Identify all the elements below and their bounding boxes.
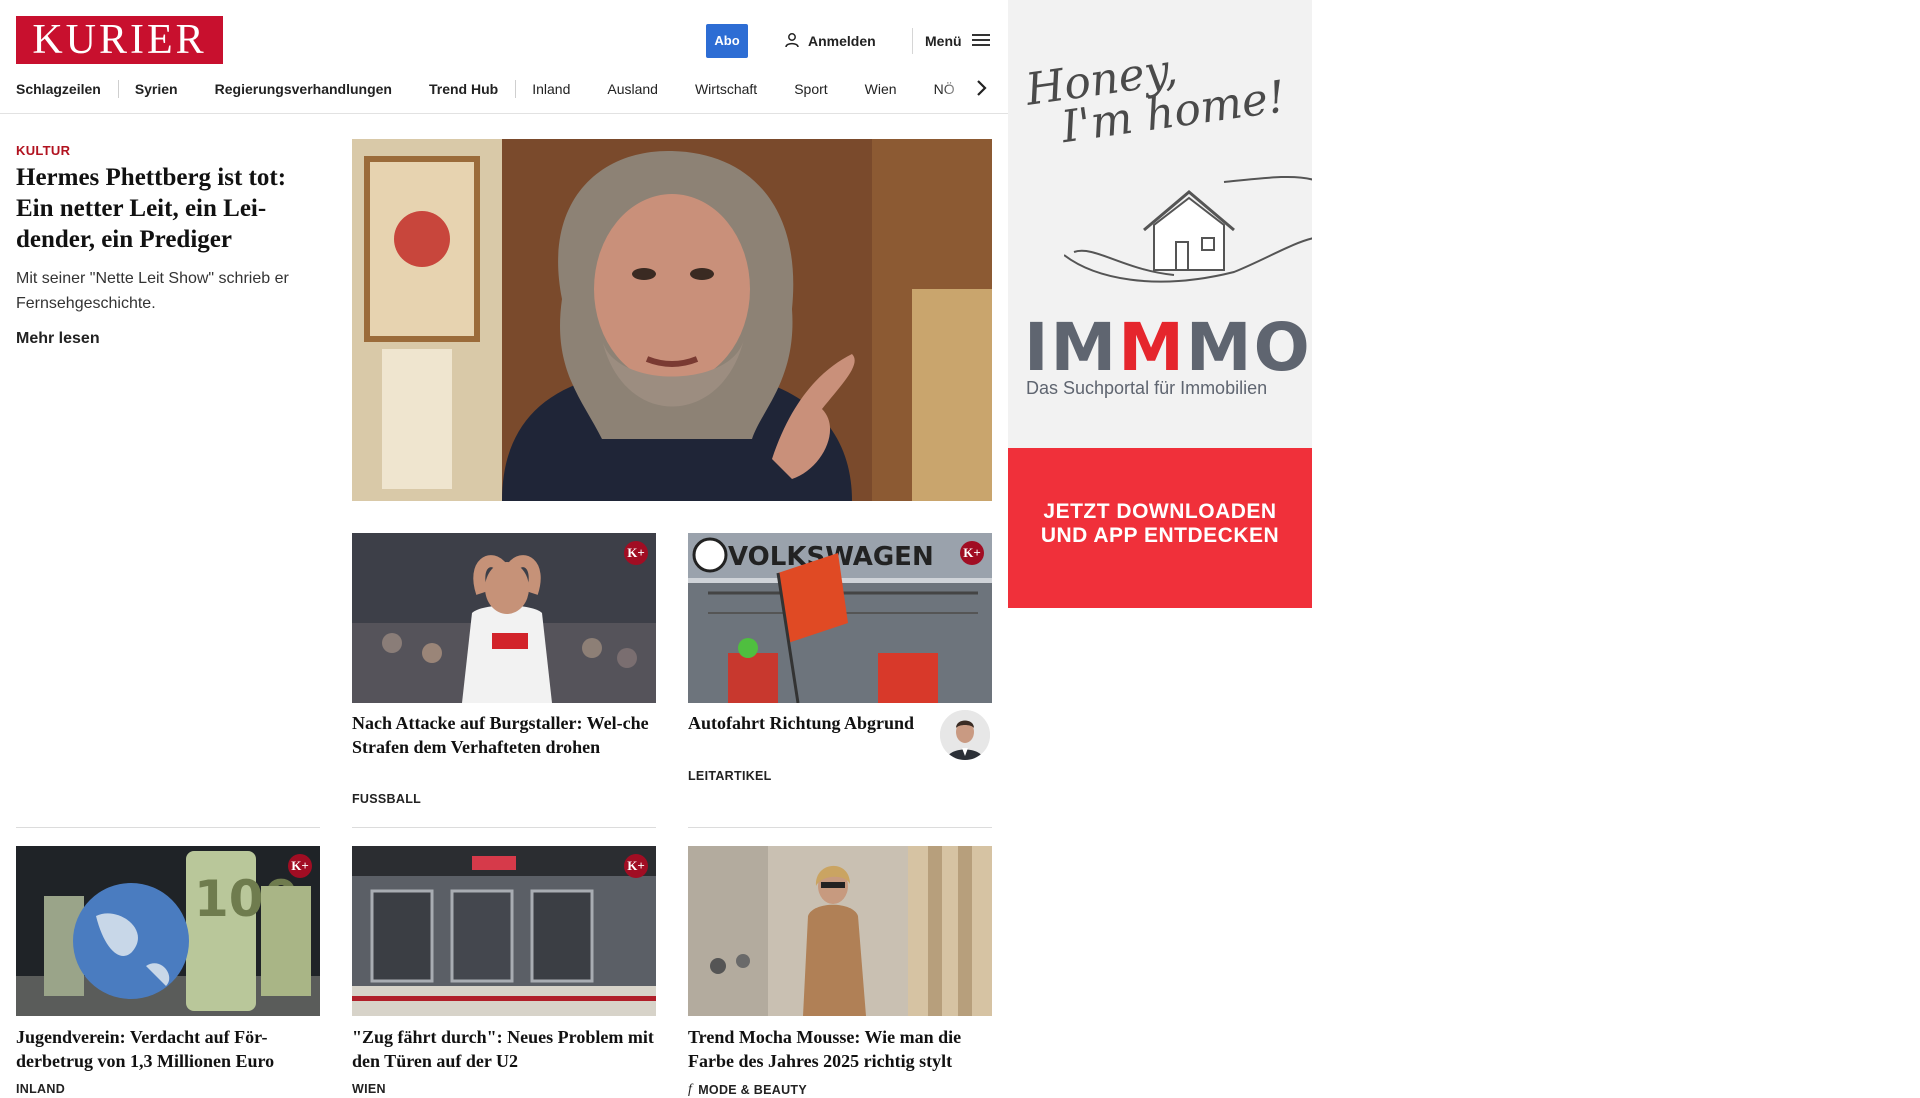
lead-kicker: KULTUR [16,143,71,158]
card-image-fussball[interactable]: K+ [352,533,656,703]
kurier-site: KURIER Abo Anmelden Menü Schlagzeilen Sy… [0,0,1008,1097]
card-image-u2[interactable]: K+ [352,846,656,1016]
nav-item-wirtschaft[interactable]: Wirtschaft [695,81,757,97]
card-category-wien[interactable]: WIEN [352,1082,386,1096]
ad-cta-line-1: JETZT DOWNLOADEN [1043,500,1277,523]
card-title-burgstaller[interactable]: Nach Attacke auf Burgstaller: Wel-che St… [352,711,656,759]
chevron-right-icon[interactable] [972,76,992,100]
k-plus-badge-icon: K+ [288,854,312,878]
k-plus-badge-icon: K+ [624,854,648,878]
divider [688,827,992,828]
mode-beauty-label: MODE & BEAUTY [698,1083,807,1097]
hamburger-icon [971,33,990,50]
ad-brand-part-3: MO [1185,309,1312,386]
nav-item-wien[interactable]: Wien [865,81,897,97]
nav-item-schlagzeilen[interactable]: Schlagzeilen [16,81,101,97]
nav-divider [117,80,119,98]
lead-image[interactable] [352,139,992,501]
card-title-u2[interactable]: "Zug fährt durch": Neues Problem mit den… [352,1025,656,1073]
card-category-inland[interactable]: INLAND [16,1082,65,1096]
section-nav: Schlagzeilen Syrien Regierungsverhandlun… [16,76,992,102]
lead-teaser: Mit seiner "Nette Leit Show" schrieb er … [16,270,289,312]
card-category-mode-beauty[interactable]: f MODE & BEAUTY [688,1082,807,1098]
nav-item-trend-hub[interactable]: Trend Hub [429,81,498,97]
author-avatar [940,710,990,760]
ad-brand-part-2: M [1118,309,1186,386]
k-plus-badge-icon: K+ [624,541,648,565]
card-title-mocha[interactable]: Trend Mocha Mousse: Wie man die Farbe de… [688,1025,992,1073]
kurier-logo[interactable]: KURIER [16,16,223,64]
card-image-euro[interactable]: 100 K+ [16,846,320,1016]
card-category-fussball[interactable]: FUSSBALL [352,792,421,806]
login-label: Anmelden [808,33,876,49]
k-plus-badge-icon: K+ [960,541,984,565]
card-title-jugendverein[interactable]: Jugendverein: Verdacht auf För-derbetrug… [16,1025,320,1073]
ad-brand-logo: IMMMO [1024,312,1312,384]
house-in-hand-icon [1063,160,1312,295]
ad-cta-button[interactable]: JETZT DOWNLOADEN UND APP ENTDECKEN [1008,448,1312,608]
read-more-link[interactable]: Mehr lesen [16,330,100,348]
immmo-advertisement[interactable]: Honey, I'm home! IMMMO Das Suchportal fü… [1008,0,1312,608]
abo-button[interactable]: Abo [706,24,748,58]
nav-bottom-border [0,113,1008,114]
menu-button[interactable]: Menü [925,24,990,58]
divider [352,827,656,828]
card-title-autofahrt[interactable]: Autofahrt Richtung Abgrund [688,711,928,735]
ad-tagline: Honey, I'm home! [1023,35,1289,154]
ad-cta-line-2: UND APP ENTDECKEN [1040,524,1280,547]
nav-item-sport[interactable]: Sport [794,81,827,97]
nav-item-syrien[interactable]: Syrien [135,81,178,97]
header-divider [912,28,913,54]
card-image-mocha[interactable] [688,846,992,1016]
nav-item-ausland[interactable]: Ausland [607,81,658,97]
menu-label: Menü [925,33,962,49]
fashion-f-icon: f [688,1082,693,1097]
lead-headline[interactable]: Hermes Phettberg ist tot: Ein netter Lei… [16,162,316,255]
card-category-leitartikel[interactable]: LEITARTIKEL [688,769,772,783]
login-button[interactable]: Anmelden [784,24,876,58]
user-icon [784,32,800,51]
divider [16,827,320,828]
nav-item-regierungsverhandlungen[interactable]: Regierungsverhandlungen [215,81,392,97]
nav-item-inland[interactable]: Inland [532,81,570,97]
ad-subtitle: Das Suchportal für Immobilien [1026,378,1268,398]
nav-divider [515,80,517,98]
ad-brand-part-1: IM [1024,309,1119,386]
card-image-volkswagen[interactable]: VOLKSWAGEN K+ [688,533,992,703]
